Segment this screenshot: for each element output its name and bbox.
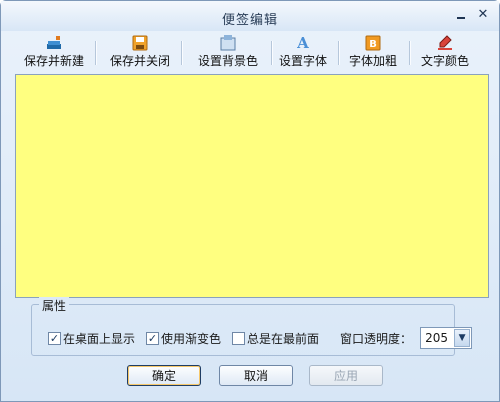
apply-button[interactable]: 应用: [309, 365, 383, 386]
toolbar: 保存并新建 保存并关闭 设置背景色 A 设置字体 B 字体加粗 文字颜色: [7, 33, 493, 69]
toolbar-separator: [338, 41, 339, 65]
minimize-button[interactable]: [453, 7, 469, 23]
set-background-color-label: 设置背景色: [197, 54, 258, 68]
bold-icon: B: [365, 34, 381, 51]
transparency-select[interactable]: 205 ▼: [420, 327, 473, 349]
close-button[interactable]: ✕: [475, 7, 491, 23]
cancel-button[interactable]: 取消: [219, 365, 293, 386]
toolbar-separator: [95, 41, 96, 65]
bold-font-button[interactable]: B 字体加粗: [345, 33, 401, 69]
properties-row: ✓ 在桌面上显示 ✓ 使用渐变色 总是在最前面 窗口透明度： 205 ▼: [48, 327, 473, 349]
text-color-label: 文字颜色: [420, 54, 469, 68]
window-title: 便签编辑: [221, 13, 278, 28]
note-edit-window: 便签编辑 ✕ 保存并新建 保存并关闭 设置背景色 A 设置字体 B 字体加粗 文…: [0, 0, 500, 402]
save-close-icon: [132, 34, 148, 51]
show-on-desktop-option[interactable]: ✓ 在桌面上显示: [48, 330, 135, 347]
transparency-label: 窗口透明度：: [340, 331, 413, 346]
always-on-top-option[interactable]: 总是在最前面: [232, 330, 319, 347]
close-icon: ✕: [477, 7, 489, 22]
bold-font-label: 字体加粗: [348, 54, 397, 68]
title-bar[interactable]: 便签编辑 ✕: [1, 1, 499, 31]
always-on-top-checkbox[interactable]: [232, 331, 246, 345]
set-font-button[interactable]: A 设置字体: [275, 33, 331, 69]
svg-text:B: B: [369, 39, 377, 50]
toolbar-separator: [271, 41, 272, 65]
always-on-top-label: 总是在最前面: [247, 331, 320, 346]
save-close-label: 保存并关闭: [109, 54, 170, 68]
show-on-desktop-label: 在桌面上显示: [63, 331, 136, 346]
use-gradient-option[interactable]: ✓ 使用渐变色: [146, 330, 221, 347]
properties-legend: 属性: [39, 297, 70, 314]
properties-group: 属性 ✓ 在桌面上显示 ✓ 使用渐变色 总是在最前面 窗口透明度： 205 ▼: [31, 297, 473, 356]
use-gradient-label: 使用渐变色: [161, 331, 222, 346]
ok-button[interactable]: 确定: [127, 365, 201, 386]
minimize-icon: [457, 17, 465, 19]
save-new-label: 保存并新建: [23, 54, 84, 68]
show-on-desktop-checkbox[interactable]: ✓: [48, 331, 61, 345]
save-new-icon: [45, 34, 63, 51]
background-color-icon: [220, 34, 236, 51]
save-close-button[interactable]: 保存并关闭: [107, 33, 173, 69]
font-icon: A: [297, 33, 309, 52]
toolbar-separator: [181, 41, 182, 65]
text-color-icon: [437, 34, 453, 51]
set-background-color-button[interactable]: 设置背景色: [191, 33, 265, 69]
save-new-button[interactable]: 保存并新建: [21, 33, 87, 69]
toolbar-separator: [409, 41, 410, 65]
text-color-button[interactable]: 文字颜色: [417, 33, 473, 69]
set-font-label: 设置字体: [278, 54, 327, 68]
chevron-down-icon[interactable]: ▼: [454, 329, 471, 347]
use-gradient-checkbox[interactable]: ✓: [146, 331, 160, 345]
transparency-value: 205: [425, 331, 448, 345]
note-text-editor[interactable]: [15, 74, 489, 298]
